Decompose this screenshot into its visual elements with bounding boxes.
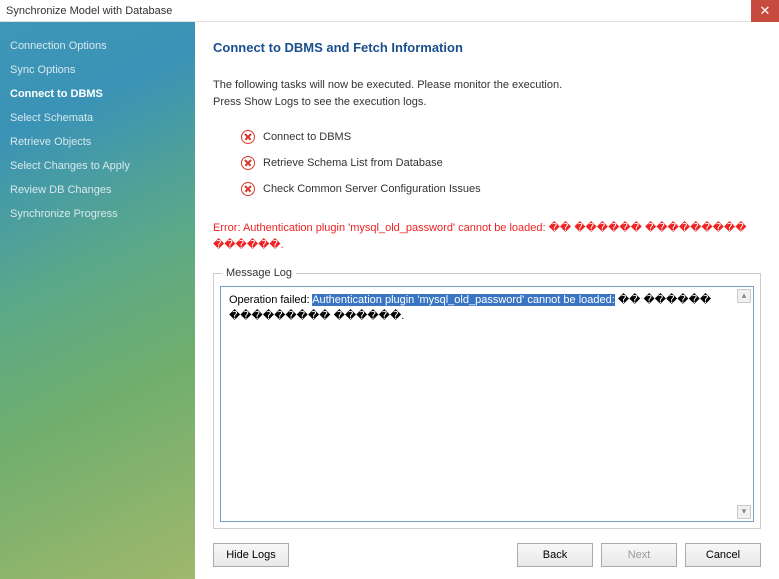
message-log-legend: Message Log	[222, 267, 296, 279]
log-prefix: Operation failed:	[229, 294, 312, 306]
sidebar-item-connection-options[interactable]: Connection Options	[0, 34, 195, 58]
log-selected-text: Authentication plugin 'mysql_old_passwor…	[312, 294, 615, 306]
message-log-group: Message Log Operation failed: Authentica…	[213, 273, 761, 529]
back-button[interactable]: Back	[517, 543, 593, 567]
error-message: Error: Authentication plugin 'mysql_old_…	[213, 220, 761, 253]
task-row: Check Common Server Configuration Issues	[241, 180, 761, 198]
sidebar-item-select-schemata[interactable]: Select Schemata	[0, 106, 195, 130]
scroll-down-icon[interactable]: ▾	[737, 505, 751, 519]
sidebar: Connection Options Sync Options Connect …	[0, 22, 195, 579]
sidebar-item-select-changes[interactable]: Select Changes to Apply	[0, 154, 195, 178]
task-row: Retrieve Schema List from Database	[241, 154, 761, 172]
message-log-textarea[interactable]: Operation failed: Authentication plugin …	[220, 286, 754, 522]
task-label: Check Common Server Configuration Issues	[263, 183, 481, 195]
error-icon	[241, 130, 255, 144]
intro-line-1: The following tasks will now be executed…	[213, 77, 761, 94]
cancel-button[interactable]: Cancel	[685, 543, 761, 567]
container: Connection Options Sync Options Connect …	[0, 22, 779, 579]
intro-text: The following tasks will now be executed…	[213, 77, 761, 110]
window-title: Synchronize Model with Database	[6, 5, 172, 17]
error-icon	[241, 156, 255, 170]
task-row: Connect to DBMS	[241, 128, 761, 146]
next-button[interactable]: Next	[601, 543, 677, 567]
sidebar-item-synchronize-progress[interactable]: Synchronize Progress	[0, 202, 195, 226]
sidebar-item-connect-to-dbms[interactable]: Connect to DBMS	[0, 82, 195, 106]
intro-line-2: Press Show Logs to see the execution log…	[213, 94, 761, 111]
hide-logs-button[interactable]: Hide Logs	[213, 543, 289, 567]
close-button[interactable]: ✕	[751, 0, 779, 22]
scroll-up-icon[interactable]: ▴	[737, 289, 751, 303]
close-icon: ✕	[760, 3, 771, 19]
sidebar-item-review-db-changes[interactable]: Review DB Changes	[0, 178, 195, 202]
error-icon	[241, 182, 255, 196]
titlebar: Synchronize Model with Database ✕	[0, 0, 779, 22]
main-panel: Connect to DBMS and Fetch Information Th…	[195, 22, 779, 579]
sidebar-item-retrieve-objects[interactable]: Retrieve Objects	[0, 130, 195, 154]
button-bar: Hide Logs Back Next Cancel	[213, 543, 761, 567]
task-label: Retrieve Schema List from Database	[263, 157, 443, 169]
task-list: Connect to DBMS Retrieve Schema List fro…	[241, 128, 761, 206]
sidebar-item-sync-options[interactable]: Sync Options	[0, 58, 195, 82]
task-label: Connect to DBMS	[263, 131, 351, 143]
page-title: Connect to DBMS and Fetch Information	[213, 40, 761, 55]
